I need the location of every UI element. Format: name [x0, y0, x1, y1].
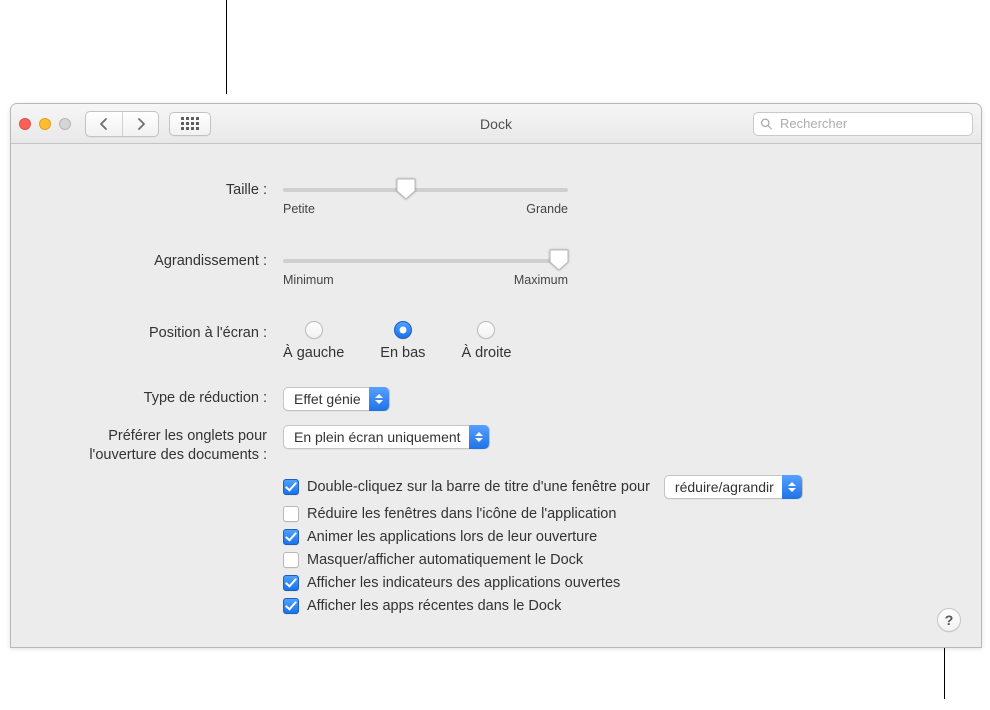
minimize-into-icon-checkbox[interactable] [283, 506, 299, 522]
size-min-label: Petite [283, 202, 315, 216]
content-area: Taille : Petite Grande Agrandissement : [11, 144, 981, 647]
nav-buttons [85, 111, 159, 137]
prefer-tabs-popup[interactable]: En plein écran uniquement [283, 425, 490, 449]
search-icon [760, 117, 773, 130]
recent-apps-checkbox[interactable] [283, 598, 299, 614]
magnification-slider-thumb[interactable] [549, 249, 569, 271]
autohide-label: Masquer/afficher automatiquement le Dock [307, 552, 583, 568]
size-max-label: Grande [526, 202, 568, 216]
help-button[interactable]: ? [937, 608, 961, 632]
show-all-button[interactable] [169, 112, 211, 136]
prefer-tabs-label-line2: l'ouverture des documents : [89, 447, 267, 463]
position-row: Position à l'écran : À gauche En bas À d… [11, 321, 981, 361]
back-button[interactable] [86, 112, 122, 136]
radio-left[interactable] [305, 321, 323, 339]
indicators-label: Afficher les indicateurs des application… [307, 575, 620, 591]
callout-line-bottom [944, 641, 945, 699]
minimize-into-icon-row: Réduire les fenêtres dans l'icône de l'a… [283, 506, 981, 522]
size-label: Taille : [11, 179, 273, 200]
prefer-tabs-label-line1: Préférer les onglets pour [108, 428, 267, 444]
animate-open-label: Animer les applications lors de leur ouv… [307, 529, 597, 545]
double-click-label: Double-cliquez sur la barre de titre d'u… [307, 479, 650, 495]
radio-left-label: À gauche [283, 345, 344, 361]
up-down-caret-icon [469, 425, 489, 449]
grid-icon [181, 117, 199, 130]
callout-line-top [226, 0, 227, 94]
double-click-option-row: Double-cliquez sur la barre de titre d'u… [283, 475, 981, 499]
position-radio-group: À gauche En bas À droite [283, 321, 511, 361]
position-radio-bottom[interactable]: En bas [380, 321, 425, 361]
position-radio-right[interactable]: À droite [461, 321, 511, 361]
double-click-action-popup[interactable]: réduire/agrandir [664, 475, 803, 499]
search-input[interactable] [753, 112, 973, 136]
autohide-checkbox[interactable] [283, 552, 299, 568]
search-field-wrapper [753, 112, 973, 136]
magnification-min-label: Minimum [283, 273, 334, 287]
up-down-caret-icon [782, 475, 802, 499]
options-list: Double-cliquez sur la barre de titre d'u… [11, 475, 981, 614]
up-down-caret-icon [369, 387, 389, 411]
recent-apps-label: Afficher les apps récentes dans le Dock [307, 598, 561, 614]
preferences-window: Dock Taille : Petite Grande [10, 103, 982, 648]
position-label: Position à l'écran : [11, 321, 273, 343]
traffic-lights [19, 118, 85, 130]
animate-open-checkbox[interactable] [283, 529, 299, 545]
magnification-row: Agrandissement : Minimum Maximum [11, 250, 981, 287]
radio-right-label: À droite [461, 345, 511, 361]
double-click-action-value: réduire/agrandir [675, 479, 774, 495]
magnification-slider[interactable] [283, 259, 568, 263]
indicators-row: Afficher les indicateurs des application… [283, 575, 981, 591]
minimize-effect-popup[interactable]: Effet génie [283, 387, 390, 411]
chevron-right-icon [136, 118, 146, 130]
zoom-button[interactable] [59, 118, 71, 130]
titlebar: Dock [11, 104, 981, 144]
help-glyph: ? [945, 612, 954, 628]
magnification-max-label: Maximum [514, 273, 568, 287]
magnification-label: Agrandissement : [154, 253, 267, 269]
close-button[interactable] [19, 118, 31, 130]
position-radio-left[interactable]: À gauche [283, 321, 344, 361]
minimize-effect-row: Type de réduction : Effet génie [11, 387, 981, 411]
forward-button[interactable] [122, 112, 158, 136]
prefer-tabs-value: En plein écran uniquement [294, 429, 461, 445]
radio-right[interactable] [477, 321, 495, 339]
minimize-button[interactable] [39, 118, 51, 130]
animate-open-row: Animer les applications lors de leur ouv… [283, 529, 981, 545]
radio-bottom-label: En bas [380, 345, 425, 361]
radio-bottom[interactable] [394, 321, 412, 339]
size-row: Taille : Petite Grande [11, 179, 981, 216]
prefer-tabs-label: Préférer les onglets pour l'ouverture de… [11, 425, 273, 465]
prefer-tabs-row: Préférer les onglets pour l'ouverture de… [11, 425, 981, 465]
size-slider-thumb[interactable] [396, 178, 416, 200]
indicators-checkbox[interactable] [283, 575, 299, 591]
size-slider[interactable] [283, 188, 568, 192]
autohide-row: Masquer/afficher automatiquement le Dock [283, 552, 981, 568]
minimize-into-icon-label: Réduire les fenêtres dans l'icône de l'a… [307, 506, 616, 522]
minimize-effect-value: Effet génie [294, 391, 361, 407]
chevron-left-icon [99, 118, 109, 130]
double-click-checkbox[interactable] [283, 479, 299, 495]
minimize-effect-label: Type de réduction : [11, 387, 273, 408]
recent-apps-row: Afficher les apps récentes dans le Dock [283, 598, 981, 614]
